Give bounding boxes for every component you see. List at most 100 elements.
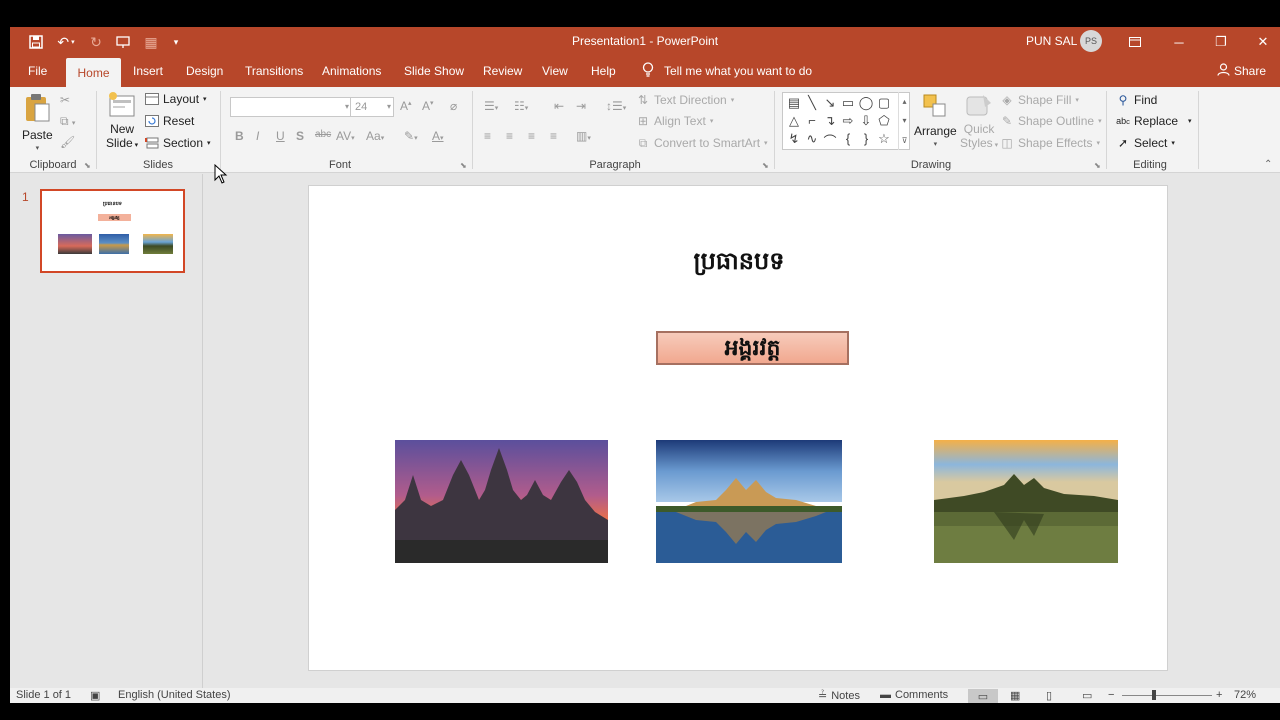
pentagon-shape-icon[interactable]: ⬠ — [875, 113, 893, 129]
arrow-line-shape-icon[interactable]: ↘ — [821, 95, 839, 111]
angkor-sunset-image[interactable] — [395, 440, 608, 563]
numbering-icon[interactable]: ☷▾ — [514, 99, 528, 113]
user-name[interactable]: PUN SAL — [1026, 34, 1077, 48]
normal-view-icon[interactable]: ▭ — [968, 689, 998, 703]
line-spacing-icon[interactable]: ↕☰▾ — [606, 99, 626, 113]
tab-design[interactable]: Design — [186, 64, 223, 78]
minimize-icon[interactable]: ─ — [1164, 30, 1194, 54]
highlight-icon[interactable]: ✎▾ — [404, 129, 418, 143]
tab-help[interactable]: Help — [591, 64, 616, 78]
right-arrow-shape-icon[interactable]: ⇨ — [839, 113, 857, 129]
section-button[interactable]: Section ▾ — [145, 136, 211, 150]
shapes-gallery[interactable]: ▤ ╲ ↘ ▭ ◯ ▢ △ ⌐ ↴ ⇨ ⇩ ⬠ ↯ ∿ ⌒ { } ☆ — [782, 92, 910, 150]
angkor-lake-image[interactable] — [934, 440, 1118, 563]
find-button[interactable]: ⚲ Find — [1116, 93, 1158, 107]
tab-review[interactable]: Review — [483, 64, 522, 78]
zoom-slider-thumb[interactable] — [1152, 690, 1156, 700]
comments-button[interactable]: ▬ Comments — [880, 689, 948, 701]
format-painter-icon[interactable]: 🖌 — [60, 135, 75, 149]
slide-canvas[interactable]: ប្រធានបទ អង្គរវត្ត — [308, 185, 1168, 671]
shape-fill-button[interactable]: ◈ Shape Fill ▾ — [1000, 93, 1079, 107]
increase-font-size-icon[interactable]: A▴ — [400, 99, 412, 113]
paragraph-launcher-icon[interactable]: ⬊ — [762, 161, 769, 170]
italic-icon[interactable]: I — [256, 129, 259, 143]
tell-me-search[interactable]: Tell me what you want to do — [642, 62, 812, 80]
zoom-out-icon[interactable]: − — [1108, 689, 1114, 701]
left-brace-shape-icon[interactable]: { — [839, 131, 857, 146]
layout-button[interactable]: Layout ▾ — [145, 92, 207, 106]
reset-button[interactable]: Reset — [145, 114, 194, 128]
shapes-gallery-scroll[interactable]: ▴ ▾ ⊽ — [898, 92, 910, 150]
center-icon[interactable]: ≡ — [506, 129, 513, 143]
bold-icon[interactable]: B — [235, 129, 244, 143]
arrange-button[interactable]: Arrange ▾ — [914, 93, 957, 148]
language-indicator[interactable]: English (United States) — [118, 689, 231, 701]
tab-slide-show[interactable]: Slide Show — [404, 64, 464, 78]
shape-outline-button[interactable]: ✎ Shape Outline ▾ — [1000, 114, 1102, 128]
character-spacing-icon[interactable]: AV▾ — [336, 129, 355, 143]
decrease-indent-icon[interactable]: ⇤ — [554, 99, 564, 113]
change-case-icon[interactable]: Aa▾ — [366, 129, 384, 143]
increase-indent-icon[interactable]: ⇥ — [576, 99, 586, 113]
tab-view[interactable]: View — [542, 64, 568, 78]
arc-shape-icon[interactable]: ⌒ — [821, 131, 839, 150]
strikethrough-icon[interactable]: abc — [315, 129, 331, 140]
line-shape-icon[interactable]: ╲ — [803, 95, 821, 111]
convert-smartart-button[interactable]: ⧉ Convert to SmartArt ▾ — [636, 136, 768, 151]
elbow-connector-icon[interactable]: ⌐ — [803, 113, 821, 128]
restore-icon[interactable]: ❐ — [1206, 30, 1236, 54]
new-slide-button[interactable]: New Slide ▾ — [106, 91, 138, 153]
paste-button[interactable]: Paste ▾ — [22, 93, 53, 152]
replace-button[interactable]: ab c Replace ▾ — [1116, 114, 1191, 128]
align-right-icon[interactable]: ≡ — [528, 129, 535, 143]
reading-view-icon[interactable]: ▯ — [1046, 689, 1052, 702]
spell-check-icon[interactable]: ▣ — [90, 689, 100, 702]
tab-home[interactable]: Home — [66, 58, 121, 87]
collapse-ribbon-icon[interactable]: ⌃ — [1264, 159, 1272, 170]
tab-file[interactable]: File — [28, 64, 47, 78]
tab-insert[interactable]: Insert — [133, 64, 163, 78]
down-arrow-shape-icon[interactable]: ⇩ — [857, 113, 875, 129]
slide-sorter-icon[interactable]: ▦ — [1010, 689, 1020, 702]
close-icon[interactable]: ✕ — [1248, 30, 1278, 54]
rounded-rect-shape-icon[interactable]: ▢ — [875, 95, 893, 111]
clear-formatting-icon[interactable]: ⌀ — [450, 99, 457, 113]
angkor-reflection-image[interactable] — [656, 440, 842, 563]
zoom-slider[interactable] — [1122, 695, 1212, 696]
font-launcher-icon[interactable]: ⬊ — [460, 161, 467, 170]
clipboard-launcher-icon[interactable]: ⬊ — [84, 161, 91, 170]
slide-title[interactable]: ប្រធានបទ — [309, 246, 1169, 281]
cut-icon[interactable]: ✂ — [60, 93, 70, 107]
quick-styles-button[interactable]: Quick Styles ▾ — [960, 93, 998, 153]
ribbon-display-options-icon[interactable] — [1120, 30, 1150, 54]
notes-button[interactable]: ≟ Notes — [818, 689, 860, 703]
share-button[interactable]: Share — [1217, 63, 1266, 79]
columns-icon[interactable]: ▥▾ — [576, 129, 591, 143]
shape-effects-button[interactable]: ◫ Shape Effects ▾ — [1000, 136, 1100, 150]
slide-thumbnail[interactable]: ប្រធានបទ អង្គរវត្ត — [40, 189, 185, 273]
font-size-combo[interactable]: 24 ▾ — [350, 97, 394, 117]
drawing-launcher-icon[interactable]: ⬊ — [1094, 161, 1101, 170]
avatar[interactable]: PS — [1080, 30, 1102, 52]
slide-show-view-icon[interactable]: ▭ — [1082, 689, 1092, 702]
slide-text-box[interactable]: អង្គរវត្ត — [656, 331, 849, 365]
decrease-font-size-icon[interactable]: A▾ — [422, 99, 434, 113]
textbox-shape-icon[interactable]: ▤ — [785, 95, 803, 111]
star-shape-icon[interactable]: ☆ — [875, 131, 893, 147]
text-direction-button[interactable]: ⇅ Text Direction ▾ — [636, 93, 734, 107]
triangle-shape-icon[interactable]: △ — [785, 113, 803, 129]
align-text-button[interactable]: ⊞ Align Text ▾ — [636, 114, 713, 128]
rectangle-shape-icon[interactable]: ▭ — [839, 95, 857, 111]
align-left-icon[interactable]: ≡ — [484, 129, 491, 143]
zoom-in-icon[interactable]: + — [1216, 689, 1222, 701]
bullets-icon[interactable]: ☰▾ — [484, 99, 498, 113]
select-button[interactable]: ➚ Select ▾ — [1116, 136, 1175, 150]
tab-animations[interactable]: Animations — [322, 64, 381, 78]
oval-shape-icon[interactable]: ◯ — [857, 95, 875, 111]
justify-icon[interactable]: ≡ — [550, 129, 557, 143]
tab-transitions[interactable]: Transitions — [245, 64, 303, 78]
font-color-icon[interactable]: A▾ — [432, 129, 444, 143]
font-name-combo[interactable]: ▾ — [230, 97, 352, 117]
freeform-shape-icon[interactable]: ∿ — [803, 131, 821, 147]
copy-icon[interactable]: ⧉ ▾ — [60, 114, 75, 129]
